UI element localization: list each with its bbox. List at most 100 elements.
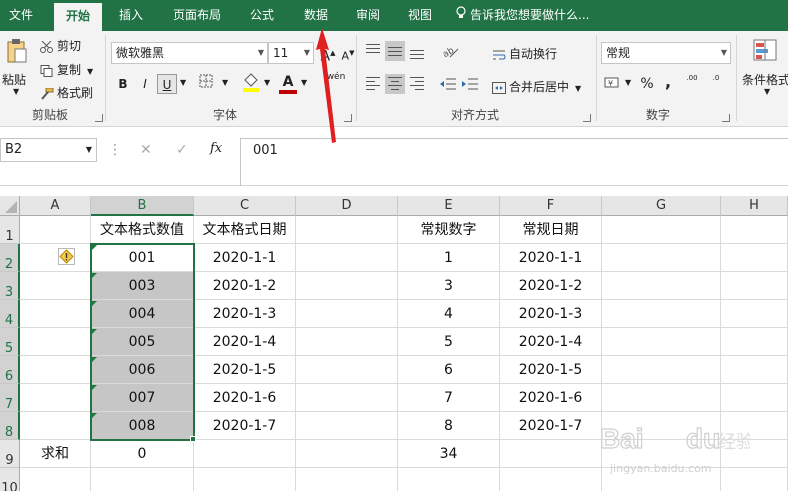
cell-c4[interactable]: 2020-1-3 (194, 300, 296, 328)
cell-f1[interactable]: 常规日期 (500, 216, 602, 244)
cell-a5[interactable] (20, 328, 91, 356)
column-header-a[interactable]: A (20, 196, 91, 216)
format-painter-button[interactable]: 格式刷 (40, 84, 93, 101)
cell-f7[interactable]: 2020-1-6 (500, 384, 602, 412)
column-header-f[interactable]: F (500, 196, 602, 216)
cell-b4[interactable]: 004 (91, 300, 194, 328)
cell-b10[interactable] (91, 468, 194, 491)
orientation-icon[interactable]: ab (440, 41, 460, 61)
cell-f10[interactable] (500, 468, 602, 491)
tab-file[interactable]: 文件 (0, 0, 42, 31)
align-middle-icon[interactable] (385, 41, 405, 61)
chevron-down-icon[interactable]: ▼ (575, 84, 581, 93)
align-center-icon[interactable] (385, 74, 405, 94)
font-size-box[interactable]: 11 ▼ (268, 42, 314, 64)
chevron-down-icon[interactable]: ▼ (222, 78, 228, 87)
percent-button[interactable]: % (637, 74, 657, 94)
cell-h3[interactable] (721, 272, 788, 300)
number-launcher-icon[interactable] (722, 114, 730, 122)
cell-d6[interactable] (296, 356, 398, 384)
cell-d4[interactable] (296, 300, 398, 328)
cell-b2[interactable]: 001 (91, 244, 194, 272)
bold-button[interactable]: B (113, 74, 133, 94)
font-color-button[interactable]: A (278, 72, 298, 94)
cell-e3[interactable]: 3 (398, 272, 500, 300)
cell-c1[interactable]: 文本格式日期 (194, 216, 296, 244)
chevron-down-icon[interactable]: ▼ (258, 43, 264, 63)
cell-d3[interactable] (296, 272, 398, 300)
tab-home[interactable]: 开始 (54, 3, 102, 31)
comma-style-button[interactable]: , (658, 72, 678, 92)
cell-c6[interactable]: 2020-1-5 (194, 356, 296, 384)
cell-d7[interactable] (296, 384, 398, 412)
cell-g6[interactable] (602, 356, 721, 384)
cell-c9[interactable] (194, 440, 296, 468)
row-header-8[interactable]: 8 (0, 412, 20, 440)
underline-button[interactable]: U (157, 74, 177, 94)
chevron-down-icon[interactable]: ▼ (625, 78, 631, 87)
error-check-button[interactable] (58, 248, 75, 265)
cell-b1[interactable]: 文本格式数值 (91, 216, 194, 244)
cell-c2[interactable]: 2020-1-1 (194, 244, 296, 272)
clipboard-launcher-icon[interactable] (95, 114, 103, 122)
select-all-corner[interactable] (0, 196, 20, 216)
cell-h2[interactable] (721, 244, 788, 272)
tab-page-layout[interactable]: 页面布局 (164, 0, 230, 31)
tab-view[interactable]: 视图 (398, 0, 442, 31)
cut-button[interactable]: 剪切 (40, 37, 81, 54)
font-name-box[interactable]: 微软雅黑 ▼ (111, 42, 268, 64)
increase-decimal-button[interactable]: .00 (682, 74, 702, 94)
cell-e2[interactable]: 1 (398, 244, 500, 272)
cell-a8[interactable] (20, 412, 91, 440)
cell-h4[interactable] (721, 300, 788, 328)
cell-d5[interactable] (296, 328, 398, 356)
chevron-down-icon[interactable]: ▼ (86, 139, 92, 161)
phonetic-button[interactable]: wén (326, 72, 346, 92)
conditional-formatting-button[interactable]: 条件格式 ▼ (740, 37, 788, 103)
cell-e5[interactable]: 5 (398, 328, 500, 356)
cell-g1[interactable] (602, 216, 721, 244)
cell-e9[interactable]: 34 (398, 440, 500, 468)
cell-f5[interactable]: 2020-1-4 (500, 328, 602, 356)
align-top-icon[interactable] (363, 41, 383, 61)
column-header-e[interactable]: E (398, 196, 500, 216)
cell-e7[interactable]: 7 (398, 384, 500, 412)
cell-f8[interactable]: 2020-1-7 (500, 412, 602, 440)
cell-f2[interactable]: 2020-1-1 (500, 244, 602, 272)
cell-b7[interactable]: 007 (91, 384, 194, 412)
cell-d1[interactable] (296, 216, 398, 244)
cell-f3[interactable]: 2020-1-2 (500, 272, 602, 300)
fill-color-button[interactable] (241, 72, 261, 92)
cell-a1[interactable] (20, 216, 91, 244)
chevron-down-icon[interactable]: ▼ (721, 43, 727, 63)
cell-b8[interactable]: 008 (91, 412, 194, 440)
fill-handle[interactable] (190, 436, 196, 442)
borders-button[interactable] (196, 74, 216, 94)
tab-insert[interactable]: 插入 (108, 0, 154, 31)
row-header-5[interactable]: 5 (0, 328, 20, 356)
column-header-g[interactable]: G (602, 196, 721, 216)
italic-button[interactable]: I (135, 74, 155, 94)
cell-b3[interactable]: 003 (91, 272, 194, 300)
cell-a2[interactable] (20, 244, 91, 272)
insert-function-button[interactable]: fx (210, 141, 222, 156)
cell-a4[interactable] (20, 300, 91, 328)
cell-c7[interactable]: 2020-1-6 (194, 384, 296, 412)
cell-d2[interactable] (296, 244, 398, 272)
row-header-9[interactable]: 9 (0, 440, 20, 468)
row-header-2[interactable]: 2 (0, 244, 20, 272)
decrease-decimal-button[interactable]: .0 (706, 74, 726, 94)
align-left-icon[interactable] (363, 74, 383, 94)
row-header-7[interactable]: 7 (0, 384, 20, 412)
align-bottom-icon[interactable] (407, 41, 427, 61)
row-header-4[interactable]: 4 (0, 300, 20, 328)
cell-f4[interactable]: 2020-1-3 (500, 300, 602, 328)
cell-h7[interactable] (721, 384, 788, 412)
increase-indent-icon[interactable] (460, 74, 480, 94)
cell-e1[interactable]: 常规数字 (398, 216, 500, 244)
column-header-d[interactable]: D (296, 196, 398, 216)
shrink-font-button[interactable]: A▼ (338, 43, 358, 63)
cell-c5[interactable]: 2020-1-4 (194, 328, 296, 356)
column-header-b[interactable]: B (91, 196, 194, 216)
cell-d9[interactable] (296, 440, 398, 468)
